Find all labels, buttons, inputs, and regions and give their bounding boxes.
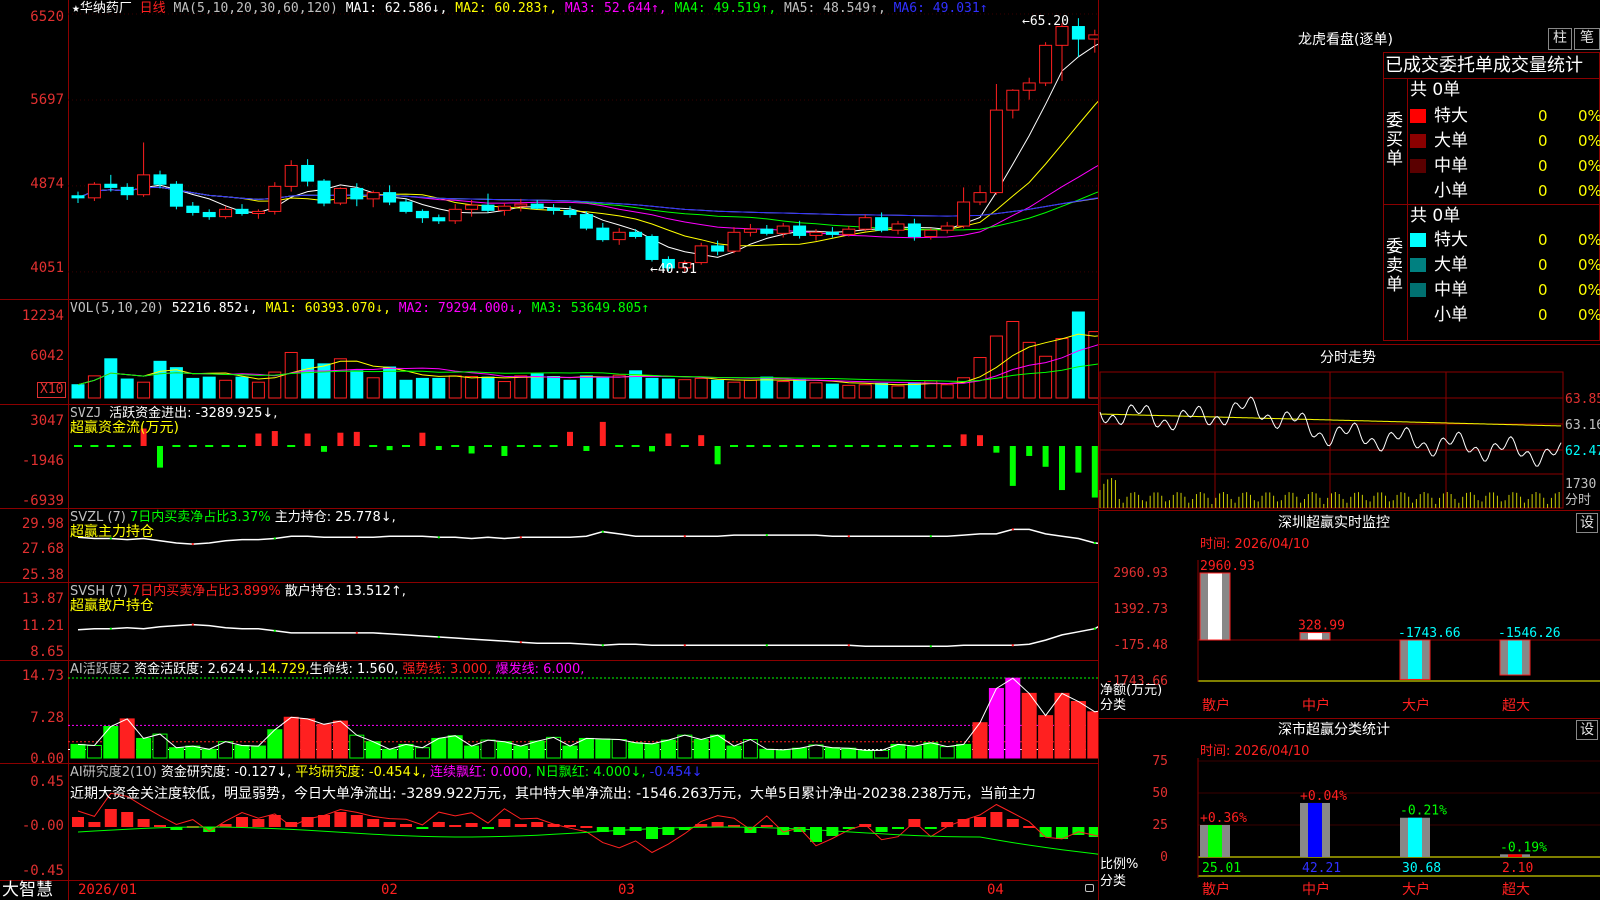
sc-category: 中户 (1302, 881, 1330, 898)
sc-bar-chart: 75 50 25 0 +0.36% 25.01 散户 +0.04% 42.21 中户 -0.21% 3… (1152, 754, 1600, 898)
sc-bar-change: +0.36% (1200, 811, 1247, 826)
sc-bar-value: 42.21 (1302, 861, 1341, 876)
sc-bar-value: 25.01 (1202, 861, 1241, 876)
sc-category: 大户 (1402, 881, 1430, 898)
sc-y-label: 0 (1160, 850, 1168, 865)
sc-y-label: 25 (1152, 818, 1168, 833)
sc-y-label: 75 (1152, 754, 1168, 769)
sc-y-label: 50 (1152, 786, 1168, 801)
sc-bar-change: +0.04% (1300, 789, 1347, 804)
sc-bar-change: -0.21% (1400, 804, 1447, 819)
trading-terminal: ★华纳药厂 日线 MA(5,10,20,30,60,120) MA1: 62.5… (0, 0, 1600, 900)
sc-bar-highlight (1308, 802, 1322, 857)
sc-bar-highlight (1408, 817, 1422, 857)
sc-bar-value: 30.68 (1402, 861, 1441, 876)
sc-category: 散户 (1202, 881, 1230, 898)
sc-ylabel: 比例% (1100, 857, 1139, 872)
sc-ylabel2: 分类 (1100, 874, 1127, 889)
sc-bar-value: 2.10 (1502, 861, 1533, 876)
sc-bar-change: -0.19% (1500, 840, 1547, 855)
sc-bar-highlight (1208, 824, 1222, 857)
sc-category: 超大 (1502, 882, 1530, 898)
